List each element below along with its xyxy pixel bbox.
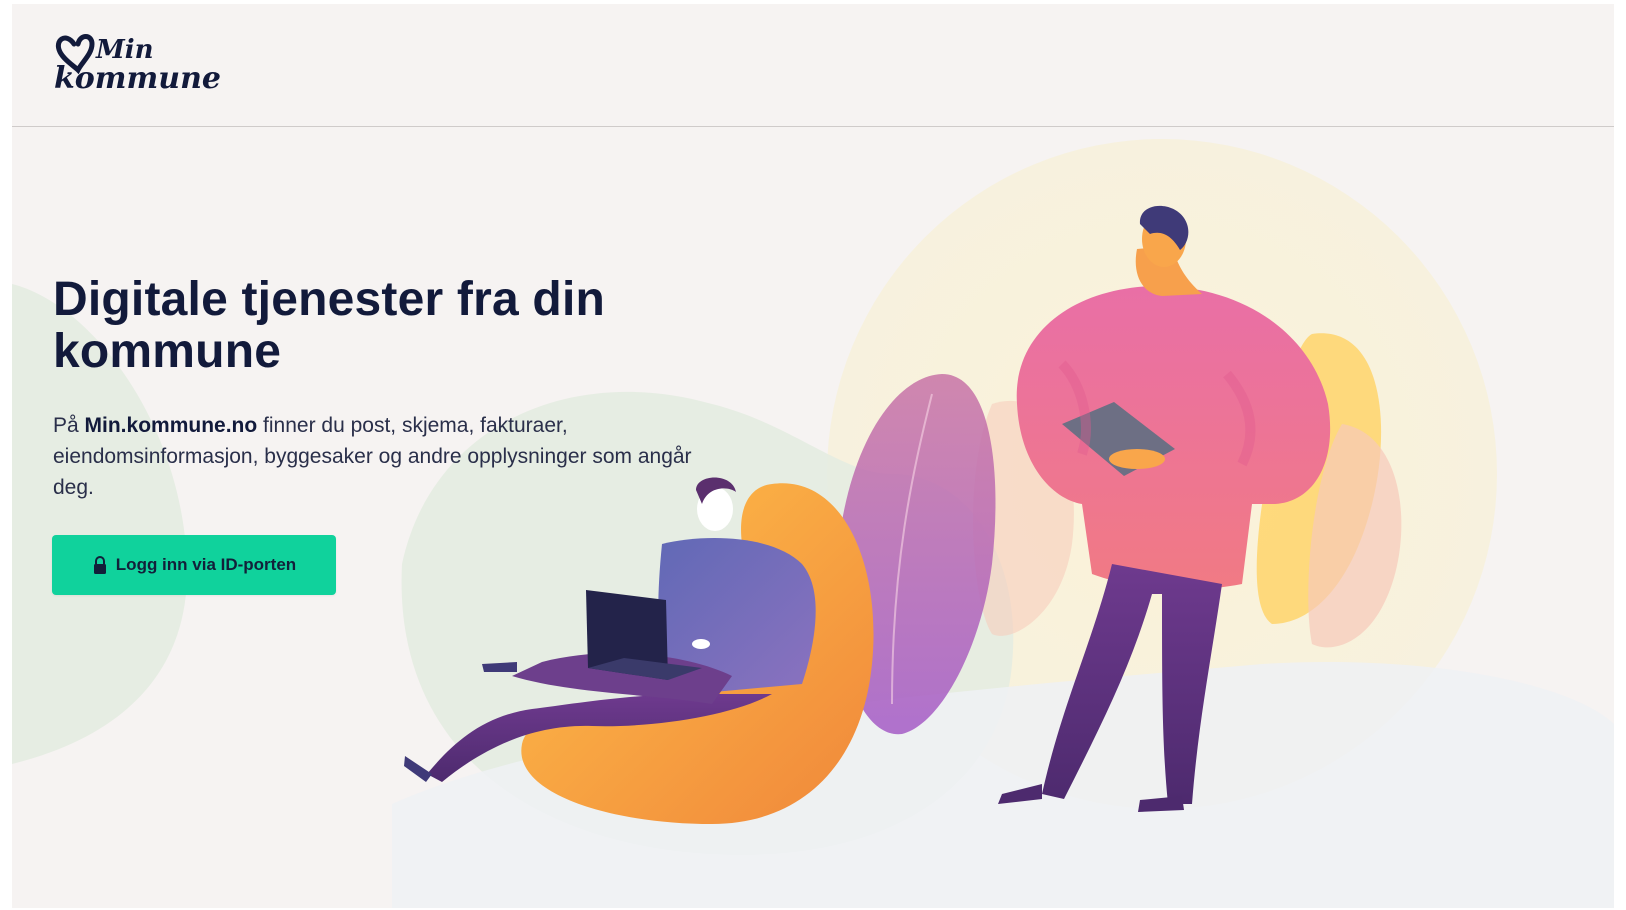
login-idporten-button[interactable]: Logg inn via ID-porten [52,535,336,595]
hero-text-prefix: På [53,414,85,437]
lock-icon [92,556,108,574]
site-header: Min kommune [12,4,1614,127]
hero-text-brand: Min.kommune.no [84,414,258,437]
page-title: Digitale tjenester fra din kommune [53,273,605,378]
page: Min kommune Digitale tjenester fra din k… [12,4,1614,908]
min-kommune-logo[interactable]: Min kommune [52,26,222,98]
logo-text-kommune: kommune [54,61,221,96]
hero-description: På Min.kommune.no finner du post, skjema… [53,410,713,503]
logo-mark: Min kommune [54,34,221,96]
login-button-label: Logg inn via ID-porten [115,555,297,574]
